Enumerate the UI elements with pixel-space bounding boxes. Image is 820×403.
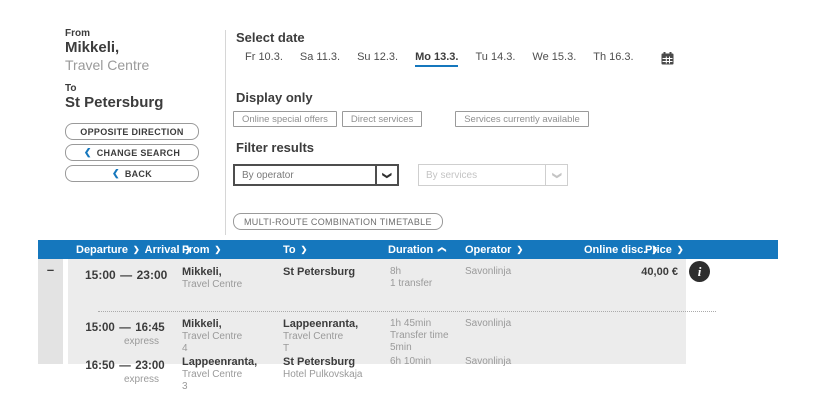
- sort-active-chevron-up-icon: ❯: [437, 246, 446, 253]
- leg-to: St Petersburg Hotel Pulkovskaja: [283, 356, 362, 381]
- sort-chevron-icon: ❯: [133, 245, 140, 254]
- from-label: From: [65, 28, 199, 39]
- sort-chevron-icon: ❯: [677, 245, 684, 254]
- by-operator-value: By operator: [235, 166, 375, 184]
- chevron-down-icon: ❯: [545, 165, 567, 185]
- display-only-title: Display only: [236, 90, 313, 105]
- header-online-disc[interactable]: Online disc.: [584, 244, 646, 256]
- date-option-sa[interactable]: Sa 11.3.: [300, 51, 340, 65]
- table-header: Departure ❯ Arrival ❯ From ❯ To ❯ Durati…: [38, 240, 778, 259]
- to-label: To: [65, 83, 199, 94]
- dash-icon: —: [120, 268, 132, 282]
- departure-time: 15:00: [85, 322, 114, 334]
- departure-time: 15:00: [85, 268, 116, 282]
- by-services-dropdown[interactable]: By services ❯: [418, 164, 568, 186]
- header-duration[interactable]: Duration: [388, 244, 433, 256]
- by-operator-dropdown[interactable]: By operator ❯: [233, 164, 399, 186]
- opposite-direction-button[interactable]: OPPOSITE DIRECTION: [65, 123, 199, 140]
- leg-operator: Savonlinja: [465, 356, 511, 368]
- sort-chevron-icon: ❯: [215, 245, 222, 254]
- leg-operator: Savonlinja: [465, 318, 511, 330]
- header-price[interactable]: Price: [645, 244, 672, 256]
- leg-from: Lappeenranta, Travel Centre 3: [182, 356, 257, 393]
- services-currently-available-button[interactable]: Services currently available: [455, 111, 589, 127]
- to-city: St Petersburg: [65, 94, 199, 112]
- date-option-tu[interactable]: Tu 14.3.: [475, 51, 515, 65]
- arrival-time: 23:00: [135, 360, 164, 372]
- multi-route-combination-timetable-button[interactable]: MULTI-ROUTE COMBINATION TIMETABLE: [233, 213, 443, 230]
- journey-to: St Petersburg: [283, 266, 355, 279]
- info-icon[interactable]: i: [689, 261, 710, 282]
- date-option-fr[interactable]: Fr 10.3.: [245, 51, 283, 65]
- leg-times: 15:00 — 16:45 express: [85, 318, 165, 348]
- services-currently-available-label: Services currently available: [464, 114, 580, 125]
- back-label: BACK: [125, 169, 152, 179]
- date-option-su[interactable]: Su 12.3.: [357, 51, 398, 65]
- online-special-offers-button[interactable]: Online special offers: [233, 111, 337, 127]
- header-to[interactable]: To: [283, 244, 296, 256]
- journey-operator: Savonlinja: [465, 266, 511, 278]
- row-toggle-strip: –: [38, 259, 63, 364]
- header-departure[interactable]: Departure: [76, 244, 128, 256]
- select-date-title: Select date: [236, 30, 305, 45]
- from-city: Mikkeli,: [65, 39, 199, 57]
- date-option-we[interactable]: We 15.3.: [532, 51, 576, 65]
- date-option-mo-selected[interactable]: Mo 13.3.: [415, 51, 458, 67]
- results-table: Departure ❯ Arrival ❯ From ❯ To ❯ Durati…: [38, 240, 778, 370]
- express-tag: express: [85, 336, 165, 348]
- back-button[interactable]: ❮ BACK: [65, 165, 199, 182]
- header-operator[interactable]: Operator: [465, 244, 511, 256]
- opposite-direction-label: OPPOSITE DIRECTION: [80, 127, 183, 137]
- sort-chevron-icon: ❯: [301, 245, 308, 254]
- date-option-th[interactable]: Th 16.3.: [593, 51, 633, 65]
- change-search-label: CHANGE SEARCH: [97, 148, 180, 158]
- online-special-offers-label: Online special offers: [242, 114, 328, 125]
- filter-results-title: Filter results: [236, 140, 314, 155]
- filter-dropdowns: By operator ❯ By services ❯: [233, 164, 568, 186]
- from-detail: Travel Centre: [65, 57, 199, 74]
- journey-rows: 15:00 — 23:00 Mikkeli, Travel Centre St …: [68, 259, 686, 364]
- dash-icon: —: [119, 322, 131, 334]
- calendar-icon[interactable]: [661, 52, 674, 65]
- chevron-left-icon: ❮: [112, 168, 120, 179]
- vertical-divider: [225, 30, 226, 235]
- departure-time: 16:50: [85, 360, 114, 372]
- journey-duration: 8h 1 transfer: [390, 266, 432, 290]
- leg-from: Mikkeli, Travel Centre 4: [182, 318, 242, 355]
- display-only-options: Online special offers Direct services Se…: [233, 111, 594, 127]
- direct-services-label: Direct services: [351, 114, 413, 125]
- sort-chevron-icon: ❯: [516, 245, 523, 254]
- chevron-left-icon: ❮: [84, 147, 92, 158]
- leg-to: Lappeenranta, Travel Centre T: [283, 318, 358, 355]
- header-from[interactable]: From: [182, 244, 210, 256]
- dash-icon: —: [119, 360, 131, 372]
- by-services-value: By services: [419, 165, 545, 185]
- date-selector: Fr 10.3. Sa 11.3. Su 12.3. Mo 13.3. Tu 1…: [245, 51, 674, 67]
- leg-times: 16:50 — 23:00 express: [85, 356, 165, 386]
- direct-services-button[interactable]: Direct services: [342, 111, 422, 127]
- leg-duration: 1h 45min Transfer time 5min: [390, 318, 449, 354]
- collapse-row-toggle[interactable]: –: [38, 263, 63, 277]
- change-search-button[interactable]: ❮ CHANGE SEARCH: [65, 144, 199, 161]
- header-arrival[interactable]: Arrival: [145, 244, 180, 256]
- express-tag: express: [85, 374, 165, 386]
- route-summary-sidebar: From Mikkeli, Travel Centre To St Peters…: [65, 28, 199, 186]
- journey-from: Mikkeli, Travel Centre: [182, 266, 242, 291]
- leg-duration: 6h 10min: [390, 356, 431, 368]
- row-separator: [98, 311, 716, 312]
- arrival-time: 16:45: [135, 322, 164, 334]
- arrival-time: 23:00: [137, 268, 168, 282]
- journey-times: 15:00 — 23:00: [85, 266, 165, 284]
- chevron-down-icon: ❯: [375, 166, 397, 184]
- timetable-search-page: From Mikkeli, Travel Centre To St Peters…: [0, 0, 820, 403]
- journey-price: 40,00 €: [598, 266, 678, 278]
- multi-route-label: MULTI-ROUTE COMBINATION TIMETABLE: [244, 217, 432, 227]
